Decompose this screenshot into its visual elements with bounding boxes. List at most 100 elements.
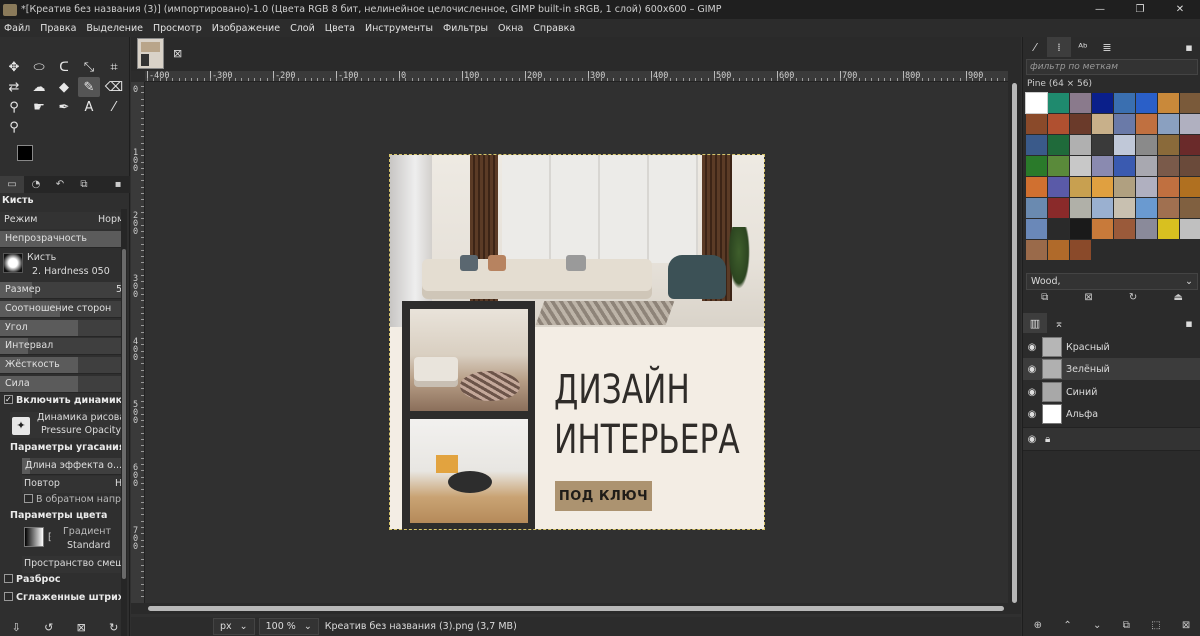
- dynamics-checkbox[interactable]: [4, 395, 13, 404]
- pattern-swatch[interactable]: [1070, 177, 1091, 197]
- repeat-row[interactable]: Повтор Н: [22, 476, 121, 493]
- tag-filter-input[interactable]: фильтр по меткам: [1026, 59, 1198, 75]
- pattern-swatch[interactable]: [1180, 177, 1200, 197]
- pattern-swatch[interactable]: [1092, 114, 1113, 134]
- eye-icon[interactable]: ◉: [1023, 434, 1041, 445]
- pattern-swatch[interactable]: [1136, 93, 1157, 113]
- vertical-scrollbar[interactable]: [1008, 71, 1021, 614]
- scatter-checkbox[interactable]: [4, 574, 13, 583]
- angle-slider[interactable]: Угол: [0, 320, 121, 337]
- spacing-slider[interactable]: Интервал: [0, 338, 121, 355]
- pattern-swatch[interactable]: [1092, 135, 1113, 155]
- smudge-icon[interactable]: ☛: [28, 97, 50, 117]
- force-slider[interactable]: Сила: [0, 376, 121, 393]
- brush-row[interactable]: Кисть 2. Hardness 050: [0, 250, 121, 278]
- pattern-swatch[interactable]: [1048, 198, 1069, 218]
- refresh-patterns-icon[interactable]: ↻: [1129, 292, 1137, 308]
- pattern-swatch[interactable]: [1026, 177, 1047, 197]
- dynamics-selector[interactable]: ✦ Динамика рисован Pressure Opacity: [10, 412, 121, 438]
- channel-row-blue[interactable]: ◉ Синий: [1023, 381, 1200, 403]
- channels-tab-icon[interactable]: ⌅: [1047, 313, 1071, 333]
- pattern-swatch[interactable]: [1070, 93, 1091, 113]
- pattern-swatch[interactable]: [1092, 156, 1113, 176]
- horizontal-ruler[interactable]: -400 -300 -200 -100 0 100 200 300 400 500 600 700 80…: [145, 71, 1008, 82]
- pattern-swatch[interactable]: [1114, 156, 1135, 176]
- fuzzy-select-icon[interactable]: ⤡: [78, 57, 100, 77]
- image-thumbnail-tab[interactable]: [137, 38, 164, 69]
- reverse-gradient-icon[interactable]: ⁅: [48, 532, 52, 543]
- zoom-icon[interactable]: ⚲: [3, 117, 25, 137]
- pattern-swatch[interactable]: [1048, 177, 1069, 197]
- pattern-swatch[interactable]: [1158, 198, 1179, 218]
- undo-history-tab-icon[interactable]: ↶: [48, 179, 72, 190]
- menu-image[interactable]: Изображение: [212, 23, 280, 34]
- warp-icon[interactable]: ☁: [28, 77, 50, 97]
- delete-pattern-icon[interactable]: ⊠: [1084, 292, 1092, 308]
- pattern-swatch[interactable]: [1180, 114, 1200, 134]
- pattern-swatch[interactable]: [1136, 114, 1157, 134]
- pattern-swatch[interactable]: [1158, 177, 1179, 197]
- pattern-swatch[interactable]: [1026, 240, 1047, 260]
- opacity-slider[interactable]: Непрозрачность: [0, 231, 121, 248]
- gradient-row[interactable]: ⁅ Градиент Standard: [22, 525, 121, 553]
- pattern-tag-select[interactable]: Wood, ⌄: [1026, 273, 1198, 290]
- raise-icon[interactable]: ⌃: [1063, 620, 1071, 636]
- tab-menu-icon[interactable]: ▪: [1177, 37, 1200, 57]
- unit-selector[interactable]: px ⌄: [213, 618, 255, 635]
- fonts-tab-icon[interactable]: ᴬᵇ: [1071, 37, 1095, 57]
- pattern-swatch[interactable]: [1070, 114, 1091, 134]
- hardness-slider[interactable]: Жёсткость: [0, 357, 121, 374]
- to-selection-icon[interactable]: ⬚: [1151, 620, 1160, 636]
- path-icon[interactable]: ✒: [53, 97, 75, 117]
- maximize-button[interactable]: ❐: [1120, 0, 1160, 19]
- device-status-tab-icon[interactable]: ◔: [24, 179, 48, 190]
- image-canvas[interactable]: ДИЗАЙН ИНТЕРЬЕРА ПОД КЛЮЧ: [389, 154, 765, 530]
- document-tab-icon[interactable]: ≣: [1095, 37, 1119, 57]
- minimize-button[interactable]: —: [1080, 0, 1120, 19]
- pattern-swatch[interactable]: [1180, 93, 1200, 113]
- rect-select-icon[interactable]: ⬭: [28, 57, 50, 77]
- duplicate-pattern-icon[interactable]: ⧉: [1041, 292, 1048, 308]
- pattern-swatch[interactable]: [1070, 135, 1091, 155]
- pattern-swatch[interactable]: [1114, 219, 1135, 239]
- dynamics-toggle[interactable]: Включить динамику: [0, 395, 121, 412]
- pattern-swatch[interactable]: [1048, 219, 1069, 239]
- pattern-swatch[interactable]: [1180, 198, 1200, 218]
- smooth-checkbox[interactable]: [4, 592, 13, 601]
- pattern-swatch[interactable]: [1158, 114, 1179, 134]
- clone-icon[interactable]: ⚲: [3, 97, 25, 117]
- pattern-swatch[interactable]: [1092, 177, 1113, 197]
- save-preset-icon[interactable]: ⇩: [12, 621, 21, 634]
- pattern-swatch[interactable]: [1158, 219, 1179, 239]
- move-icon[interactable]: ✥: [3, 57, 25, 77]
- delete-preset-icon[interactable]: ⊠: [77, 621, 86, 634]
- color-picker-icon[interactable]: ⁄: [103, 97, 125, 117]
- zoom-selector[interactable]: 100 % ⌄: [258, 618, 319, 635]
- smooth-row[interactable]: Сглаженные штрихи: [0, 592, 121, 609]
- tab-menu-icon[interactable]: ▪: [106, 179, 130, 190]
- pattern-swatch[interactable]: [1114, 135, 1135, 155]
- menu-filters[interactable]: Фильтры: [443, 23, 488, 34]
- tab-menu-icon[interactable]: ▪: [1177, 313, 1200, 333]
- pattern-swatch[interactable]: [1092, 198, 1113, 218]
- pattern-swatch[interactable]: [1092, 219, 1113, 239]
- pattern-swatch[interactable]: [1158, 135, 1179, 155]
- images-tab-icon[interactable]: ⧉: [72, 179, 96, 190]
- close-button[interactable]: ✕: [1160, 0, 1200, 19]
- mode-row[interactable]: Режим Норм: [0, 212, 121, 229]
- pattern-swatch[interactable]: [1048, 240, 1069, 260]
- pattern-swatch[interactable]: [1048, 114, 1069, 134]
- brushes-tab-icon[interactable]: ⁄: [1023, 37, 1047, 57]
- pattern-swatch[interactable]: [1026, 156, 1047, 176]
- eye-icon[interactable]: ◉: [1023, 342, 1041, 353]
- pattern-swatch[interactable]: [1114, 198, 1135, 218]
- pattern-swatch[interactable]: [1136, 156, 1157, 176]
- pattern-swatch[interactable]: [1158, 93, 1179, 113]
- pattern-swatch[interactable]: [1180, 135, 1200, 155]
- menu-layer[interactable]: Слой: [290, 23, 315, 34]
- pattern-swatch[interactable]: [1026, 135, 1047, 155]
- pattern-swatch[interactable]: [1026, 198, 1047, 218]
- eye-icon[interactable]: ◉: [1023, 409, 1041, 420]
- pattern-swatch[interactable]: [1048, 135, 1069, 155]
- reverse-row[interactable]: В обратном напра: [24, 494, 121, 511]
